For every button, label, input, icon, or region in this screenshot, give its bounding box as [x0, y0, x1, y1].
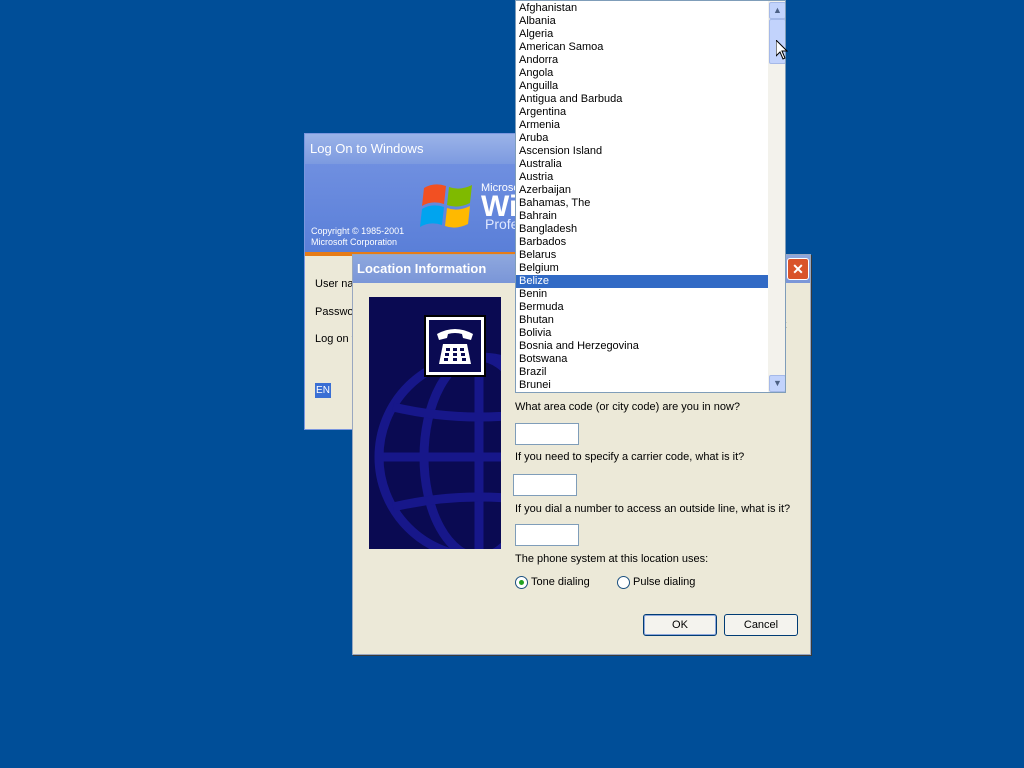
country-option[interactable]: Andorra	[516, 54, 768, 67]
country-list-items: Afghanistan Albania Algeria American Samoa A…	[516, 2, 768, 392]
country-option[interactable]: Albania	[516, 15, 768, 28]
arrow-up-icon[interactable]: ▲	[769, 2, 785, 19]
location-illustration	[369, 297, 501, 549]
windows-flag-icon	[420, 184, 472, 228]
country-option[interactable]: Barbados	[516, 236, 768, 249]
country-option[interactable]: American Samoa	[516, 41, 768, 54]
telephone-icon	[437, 329, 473, 364]
copyright-line-2: Microsoft Corporation	[311, 237, 398, 247]
country-option[interactable]: Bhutan	[516, 314, 768, 327]
telephone-icon-frame	[424, 315, 486, 377]
country-option[interactable]: Belgium	[516, 262, 768, 275]
country-option[interactable]: Ascension Island	[516, 145, 768, 158]
country-option[interactable]: Bangladesh	[516, 223, 768, 236]
outside-line-label: If you dial a number to access an outsid…	[515, 503, 791, 515]
mouse-pointer-icon	[776, 40, 788, 60]
carrier-code-label: If you need to specify a carrier code, w…	[515, 451, 745, 463]
country-option[interactable]: Anguilla	[516, 80, 768, 93]
tone-dialing-label[interactable]: Tone dialing	[531, 576, 590, 588]
country-option[interactable]: Austria	[516, 171, 768, 184]
country-option[interactable]: Azerbaijan	[516, 184, 768, 197]
ok-button[interactable]: OK	[643, 614, 717, 636]
country-option[interactable]: Bermuda	[516, 301, 768, 314]
tone-dialing-radio[interactable]	[515, 576, 528, 589]
country-option[interactable]: Australia	[516, 158, 768, 171]
outside-line-input[interactable]	[515, 524, 579, 546]
country-option[interactable]: Armenia	[516, 119, 768, 132]
country-option[interactable]: Afghanistan	[516, 2, 768, 15]
country-option[interactable]: Bosnia and Herzegovina	[516, 340, 768, 353]
country-listbox[interactable]: Afghanistan Albania Algeria American Samoa A…	[515, 0, 786, 393]
country-option[interactable]: Antigua and Barbuda	[516, 93, 768, 106]
country-option-selected[interactable]: Belize	[516, 275, 768, 288]
country-option[interactable]: Brunei	[516, 379, 768, 392]
country-option[interactable]: Aruba	[516, 132, 768, 145]
phone-system-label: The phone system at this location uses:	[515, 553, 709, 565]
country-option[interactable]: Bahamas, The	[516, 197, 768, 210]
country-option[interactable]: Benin	[516, 288, 768, 301]
cancel-button[interactable]: Cancel	[724, 614, 798, 636]
country-option[interactable]: Brazil	[516, 366, 768, 379]
country-option[interactable]: Argentina	[516, 106, 768, 119]
country-option[interactable]: Belarus	[516, 249, 768, 262]
country-option[interactable]: Bolivia	[516, 327, 768, 340]
country-option[interactable]: Angola	[516, 67, 768, 80]
area-code-label: What area code (or city code) are you in…	[515, 401, 741, 413]
carrier-code-input[interactable]	[513, 474, 577, 496]
logon-password-label: Passwo	[315, 306, 354, 318]
copyright-line-1: Copyright © 1985-2001	[311, 226, 405, 236]
pulse-dialing-radio[interactable]	[617, 576, 630, 589]
logon-brand-edition: Profe	[485, 216, 519, 232]
logon-username-label: User na	[315, 278, 354, 290]
country-option[interactable]: Algeria	[516, 28, 768, 41]
close-icon[interactable]: ✕	[787, 258, 809, 280]
arrow-down-icon[interactable]: ▼	[769, 375, 785, 392]
language-indicator[interactable]: EN	[315, 383, 331, 398]
area-code-input[interactable]	[515, 423, 579, 445]
pulse-dialing-label[interactable]: Pulse dialing	[633, 576, 695, 588]
country-option[interactable]: Bahrain	[516, 210, 768, 223]
logon-copyright: Copyright © 1985-2001 Microsoft Corporat…	[311, 226, 404, 248]
logon-title: Log On to Windows	[305, 134, 525, 164]
logon-domain-label: Log on t	[315, 333, 355, 345]
country-option[interactable]: Botswana	[516, 353, 768, 366]
